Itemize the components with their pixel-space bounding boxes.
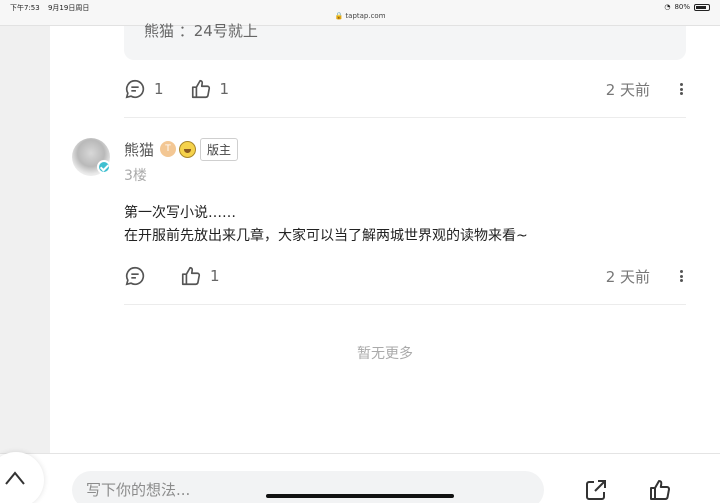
more-options-button[interactable]: [676, 78, 686, 100]
status-bar: 下午7:53 9月19日周日 🔒 taptap.com ◔ 80%: [0, 0, 720, 26]
divider: [124, 117, 686, 118]
thumbs-up-icon: [181, 266, 201, 286]
thumbs-up-icon: [650, 480, 670, 500]
comment-icon: [125, 79, 145, 99]
reply-line: 第一次写小说……: [124, 205, 236, 221]
reply-button[interactable]: [124, 265, 154, 287]
status-time: 下午7:53: [10, 4, 40, 12]
verified-badge-icon: [97, 160, 111, 174]
reply-actions-row: 1 2 天前: [124, 263, 686, 289]
comment-input[interactable]: [72, 471, 544, 503]
status-indicators: ◔ 80%: [664, 3, 710, 11]
emoji-badge-icon: [179, 140, 197, 158]
battery-icon: [694, 3, 710, 11]
url-text: taptap.com: [345, 12, 386, 20]
divider: [124, 304, 686, 305]
like-count: 1: [210, 267, 220, 285]
comment-time: 2 天前: [605, 80, 650, 99]
chevron-up-icon: [5, 471, 25, 485]
no-more-text: 暂无更多: [357, 346, 413, 362]
role-tag: 版主: [200, 137, 239, 161]
thumbs-up-icon: [191, 79, 210, 99]
comment-thread: 熊猫 ：24号就上 1 1 2 天前 熊猫 T 版主 3楼 第一次写小说…… 在…: [50, 22, 720, 453]
like-button[interactable]: 1: [180, 265, 220, 287]
status-date: 9月19日周日: [47, 4, 90, 12]
share-button[interactable]: [584, 478, 608, 502]
address-url[interactable]: 🔒 taptap.com: [0, 12, 720, 20]
comment-count: 1: [154, 80, 164, 98]
share-icon: [586, 480, 606, 500]
home-indicator: [266, 494, 454, 498]
username[interactable]: 熊猫: [124, 139, 154, 160]
battery-percent: 80%: [674, 3, 690, 11]
quoted-reply-content: 熊猫 ：24号就上: [144, 22, 258, 40]
floor-number: 3楼: [124, 168, 147, 184]
quoted-reply-text: 熊猫 ：24号就上: [144, 20, 258, 41]
comment-icon: [125, 266, 145, 286]
reply-header: 熊猫 T 版主: [124, 137, 239, 161]
like-post-button[interactable]: [648, 478, 672, 502]
more-options-button[interactable]: [676, 265, 686, 287]
reply-content: 第一次写小说…… 在开服前先放出来几章，大家可以当了解两城世界观的读物来看~: [124, 202, 528, 248]
level-badge-icon: T: [160, 141, 177, 157]
reply-time: 2 天前: [605, 267, 650, 286]
reply-button[interactable]: 1: [124, 78, 164, 100]
comment-actions-row: 1 1 2 天前: [124, 76, 686, 102]
battery-fill: [696, 5, 706, 9]
wifi-icon: ◔: [664, 3, 671, 11]
reply-line: 在开服前先放出来几章，大家可以当了解两城世界观的读物来看~: [124, 228, 528, 244]
like-button[interactable]: 1: [190, 78, 230, 100]
like-count: 1: [219, 80, 230, 98]
quoted-reply-box[interactable]: 熊猫 ：24号就上: [124, 22, 686, 60]
